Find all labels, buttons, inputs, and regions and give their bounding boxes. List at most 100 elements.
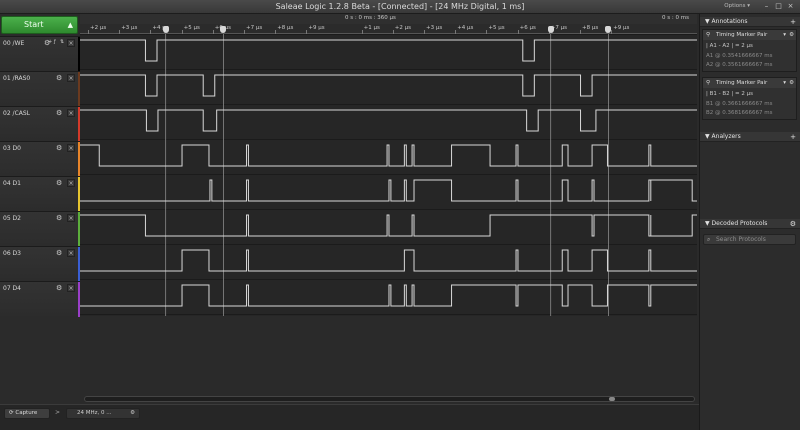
channel-panel: Start ▲ 00 /WE + ƒ ⇅ ⚙ × 01 /RAS0 ⚙ × 02 /CASL ⚙ × 0… — [0, 14, 81, 404]
timing-marker-pair-a[interactable]: ⚲ Timing Marker Pair ▾ ⚙ | A1 - A2 | = 2… — [702, 29, 797, 72]
timing-marker-pair-b[interactable]: ⚲ Timing Marker Pair ▾ ⚙ | B1 - B2 | = 2… — [702, 77, 797, 120]
dropdown-icon[interactable]: ▾ — [783, 78, 786, 88]
tab-session-label: 24 MHz, 0 ... — [77, 410, 112, 416]
marker-b1-value: B1 @ 0.3661666667 ms — [706, 101, 773, 107]
close-icon[interactable]: × — [67, 109, 75, 117]
decoded-protocols-header[interactable]: ▼ Decoded Protocols ⚙ — [700, 219, 800, 229]
channel-row[interactable]: 03 D0 ⚙ × — [0, 141, 81, 177]
close-icon[interactable]: × — [67, 144, 75, 152]
close-window-button[interactable]: × — [786, 2, 795, 11]
marker-pair-header[interactable]: ⚲ Timing Marker Pair ▾ ⚙ — [703, 30, 796, 40]
channel-row[interactable]: 07 D4 ⚙ × — [0, 281, 81, 317]
gear-icon[interactable]: ⚙ — [56, 214, 62, 222]
waveform-trace — [80, 74, 697, 97]
tab-capture[interactable]: ⟳ Capture — [4, 408, 50, 419]
gear-icon[interactable]: ⚙ — [790, 219, 796, 229]
horizontal-scrollbar[interactable] — [84, 396, 695, 402]
title-bar: Saleae Logic 1.2.8 Beta - [Connected] - … — [0, 0, 800, 14]
channel-row[interactable]: 02 /CASL ⚙ × — [0, 106, 81, 142]
search-protocols-input[interactable]: ⌕ Search Protocols — [703, 234, 796, 245]
close-icon[interactable]: × — [67, 284, 75, 292]
channel-label[interactable]: 04 D1 — [3, 180, 21, 187]
maximize-button[interactable]: □ — [774, 2, 783, 11]
ruler-tick-label: +2 µs — [394, 25, 412, 31]
marker-pair-header[interactable]: ⚲ Timing Marker Pair ▾ ⚙ — [703, 78, 796, 88]
gear-icon[interactable]: ⚙ — [56, 284, 62, 292]
ruler-tick-label: +2 µs — [90, 25, 107, 31]
ruler-tick-label: +4 µs — [457, 25, 474, 31]
analyzers-title: Analyzers — [711, 133, 741, 140]
channel-label[interactable]: 05 D2 — [3, 215, 21, 222]
annotations-header[interactable]: ▼ Annotations + — [700, 17, 800, 27]
ruler-tick-label: +7 µs — [246, 25, 263, 31]
ruler-tick-label: +5 µs — [488, 25, 505, 31]
timing-marker-flag-icon[interactable] — [162, 26, 169, 33]
marker-pair-summary: | B1 - B2 | = 2 µs — [706, 91, 753, 97]
marker-b2-value: B2 @ 0.3681666667 ms — [706, 110, 773, 116]
add-analyzer-icon[interactable]: + — [790, 132, 796, 142]
waveform-empty-area[interactable] — [80, 316, 697, 396]
waveform-trace — [80, 284, 697, 307]
timing-marker-flag-icon[interactable] — [220, 26, 227, 33]
options-menu[interactable]: Options ▾ — [724, 3, 750, 9]
close-icon[interactable]: × — [67, 39, 75, 47]
channel-row[interactable]: 05 D2 ⚙ × — [0, 211, 81, 247]
close-icon[interactable]: × — [67, 249, 75, 257]
close-icon[interactable]: × — [67, 179, 75, 187]
gear-icon[interactable]: ⚙ — [789, 30, 794, 40]
channel-option-icon[interactable]: ⇅ — [60, 39, 64, 45]
time-position-bar[interactable]: 0 s : 0 ms : 360 µs 0 s : 0 ms — [80, 14, 697, 24]
tab-session[interactable]: 24 MHz, 0 ... ⚙ — [66, 408, 140, 419]
pin-icon: ⚲ — [706, 32, 711, 38]
ruler-tick-label: +3 µs — [426, 25, 443, 31]
gear-icon[interactable]: ⚙ — [56, 249, 62, 257]
gear-icon[interactable]: ⚙ — [56, 179, 62, 187]
waveform-trace — [80, 214, 697, 237]
start-options-arrow-icon[interactable]: ▲ — [68, 17, 73, 33]
gear-icon[interactable]: ⚙ — [56, 109, 62, 117]
window-title: Saleae Logic 1.2.8 Beta - [Connected] - … — [275, 2, 525, 11]
add-annotation-icon[interactable]: + — [790, 17, 796, 27]
waveform-canvas[interactable] — [80, 34, 697, 316]
channel-label[interactable]: 03 D0 — [3, 145, 21, 152]
close-icon[interactable]: × — [67, 214, 75, 222]
dropdown-icon[interactable]: ▾ — [783, 30, 786, 40]
pin-icon: ⚲ — [706, 80, 711, 86]
channel-label[interactable]: 00 /WE — [3, 40, 24, 47]
marker-a2-value: A2 @ 0.3561666667 ms — [706, 62, 773, 68]
waveform-area[interactable] — [80, 34, 697, 316]
start-label: Start — [24, 20, 44, 29]
gear-icon[interactable]: ⚙ — [130, 409, 135, 418]
channel-row[interactable]: 00 /WE + ƒ ⇅ ⚙ × — [0, 36, 81, 72]
search-icon: ⌕ — [707, 236, 711, 243]
decoded-protocols-title: Decoded Protocols — [711, 220, 768, 227]
marker-pair-title: Timing Marker Pair — [716, 32, 768, 38]
gear-icon[interactable]: ⚙ — [56, 74, 62, 82]
channel-row[interactable]: 01 /RAS0 ⚙ × — [0, 71, 81, 107]
waveform-trace — [80, 249, 697, 272]
marker-pair-title: Timing Marker Pair — [716, 80, 768, 86]
gear-icon[interactable]: ⚙ — [56, 144, 62, 152]
channel-label[interactable]: 01 /RAS0 — [3, 75, 30, 82]
channel-label[interactable]: 02 /CASL — [3, 110, 30, 117]
start-button[interactable]: Start ▲ — [1, 16, 78, 34]
ruler-tick-label: +8 µs — [277, 25, 294, 31]
scroll-thumb[interactable] — [609, 397, 615, 401]
gear-icon[interactable]: ⚙ — [789, 78, 794, 88]
channel-row[interactable]: 04 D1 ⚙ × — [0, 176, 81, 212]
minimize-button[interactable]: – — [762, 2, 771, 11]
channel-row[interactable]: 06 D3 ⚙ × — [0, 246, 81, 282]
analyzers-header[interactable]: ▼ Analyzers + — [700, 132, 800, 142]
timing-marker-flag-icon[interactable] — [547, 26, 554, 33]
channel-label[interactable]: 06 D3 — [3, 250, 21, 257]
time-ruler[interactable]: +2 µs +3 µs +4 µs +5 µs +6 µs +7 µs +8 µs +9 µs… — [80, 24, 697, 34]
waveform-trace — [80, 39, 697, 62]
close-icon[interactable]: × — [67, 74, 75, 82]
channel-label[interactable]: 07 D4 — [3, 285, 21, 292]
time-center-label: 0 s : 0 ms : 360 µs — [345, 15, 396, 21]
gear-icon[interactable]: ⚙ — [44, 39, 50, 47]
ruler-tick-label: +5 µs — [183, 25, 200, 31]
channel-option-icon[interactable]: ƒ — [54, 39, 56, 45]
ruler-tick-label: +8 µs — [582, 25, 599, 31]
annotations-title: Annotations — [711, 18, 748, 25]
